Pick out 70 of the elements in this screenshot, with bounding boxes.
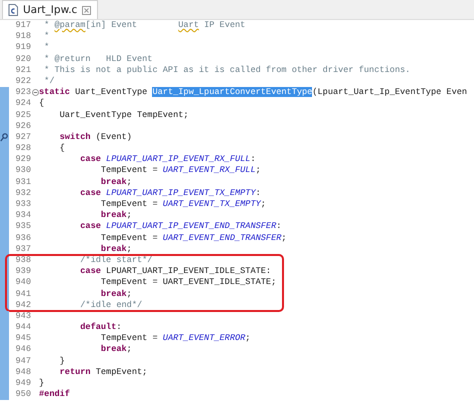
line-number: 923 [14,87,32,98]
code-line: Uart_EventType TempEvent; [58,110,189,121]
line-number: 928 [14,143,32,154]
line-number: 942 [14,300,32,311]
code-line: break; [100,210,132,222]
code-line: TempEvent = UART_EVENT_IDLE_STATE; [100,277,276,289]
line-number: 933 [14,199,32,210]
code-line: TempEvent = UART_EVENT_RX_FULL; [100,165,261,177]
line-number: 929 [14,154,32,166]
line-number: 931 [14,176,32,188]
line-number: 945 [14,333,32,344]
code-line: break; [100,176,132,188]
line-number: 934 [14,210,32,222]
code-line: * This is not a public API as it is called from other driver functions. [43,64,410,76]
line-number: 936 [14,232,32,244]
code-line: TempEvent = UART_EVENT_TX_EMPTY; [100,199,266,210]
code-line: * @param[in] Event Uart IP Event [43,20,246,32]
line-number: 922 [14,76,32,88]
code-line: case LPUART_UART_IP_EVENT_RX_FULL: [79,154,256,166]
code-line: #endif [39,389,70,400]
line-number: 917 [14,20,32,32]
line-number: 950 [14,389,32,400]
line-number: 948 [14,366,32,378]
code-line: } [58,356,65,367]
code-line: break; [100,244,132,255]
code-line: break; [100,288,132,300]
code-line: * [43,42,50,54]
line-number: 927 [14,132,32,144]
line-number: 937 [14,244,32,255]
line-number: 941 [14,288,32,300]
collapse-icon[interactable] [32,89,39,96]
code-line: { [39,98,44,110]
line-number: 920 [14,54,32,65]
line-number: 938 [14,254,32,266]
line-number: 939 [14,266,32,278]
line-number: 924 [14,98,32,110]
line-number: 946 [14,344,32,356]
code-line: default: [79,322,122,334]
code-line: * @return HLD Event [43,54,152,65]
file-tab[interactable]: Uart_Ipw.c [2,0,98,19]
line-number: 932 [14,188,32,200]
line-number: 926 [14,120,32,132]
line-number: 925 [14,110,32,121]
line-number: 935 [14,221,32,233]
close-icon[interactable] [82,6,92,14]
line-number: 930 [14,165,32,177]
code-line: { [58,143,65,154]
line-number: 943 [14,310,32,322]
line-number: 919 [14,42,32,54]
code-line: */ [43,76,54,88]
line-number: 940 [14,277,32,289]
line-number: 918 [14,31,32,42]
code-line: } [39,378,44,390]
line-number: 944 [14,322,32,334]
c-file-icon [8,4,18,16]
code-line: /*idle start*/ [79,254,152,266]
code-line: * [43,31,50,42]
code-line: TempEvent = UART_EVENT_END_TRANSFER; [100,232,287,244]
code-line: case LPUART_UART_IP_EVENT_END_TRANSFER: [79,221,282,233]
code-line: static Uart_EventType Uart_Ipw_LpuartConvertEventType(Lpuart_Uart_Ip_EventType Even [39,87,468,98]
code-line: case LPUART_UART_IP_EVENT_IDLE_STATE: [79,266,272,278]
code-line: switch (Event) [58,132,132,144]
code-line: case LPUART_UART_IP_EVENT_TX_EMPTY: [79,188,261,200]
code-line: return TempEvent; [58,366,148,378]
line-number: 921 [14,64,32,76]
code-line: /*idle end*/ [79,300,142,311]
code-line: break; [100,344,132,356]
code-line: TempEvent = UART_EVENT_ERROR; [100,333,250,344]
line-number: 949 [14,378,32,390]
line-number: 947 [14,356,32,367]
